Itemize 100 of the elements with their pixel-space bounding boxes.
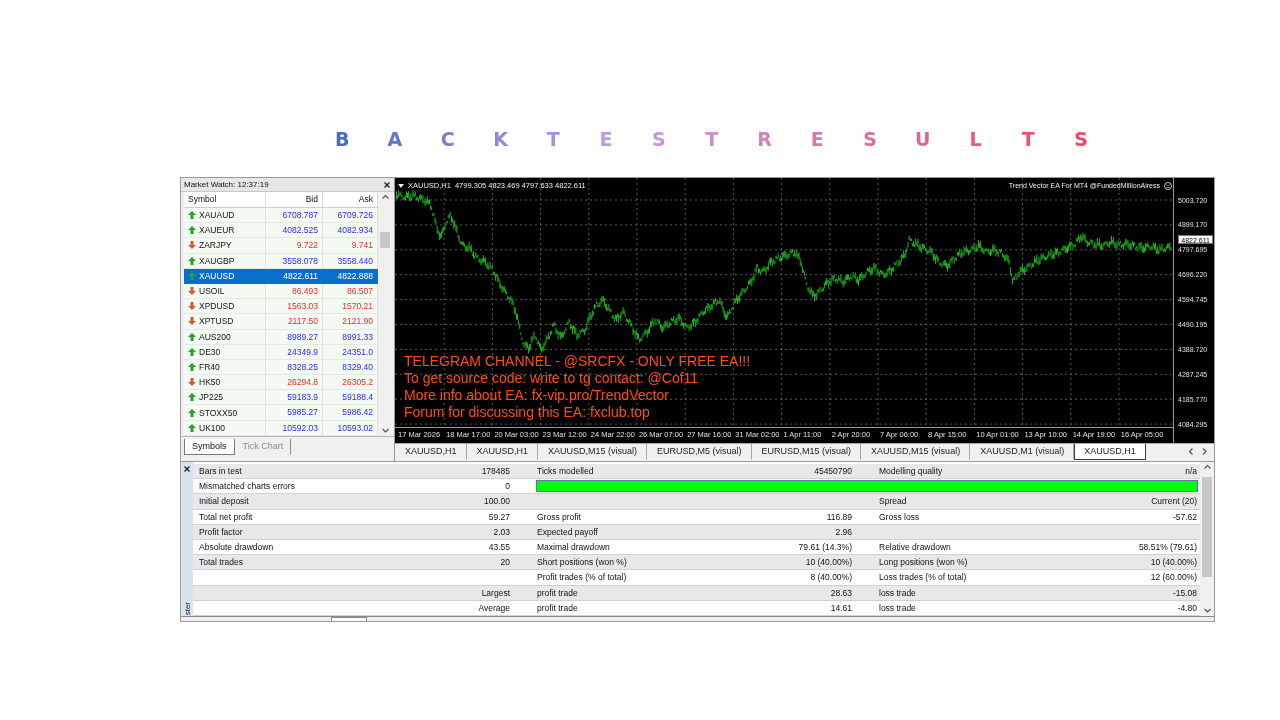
- symbol-row[interactable]: XAUAUD 6708.787 6709.726: [184, 208, 378, 224]
- table-cell-text: Modelling quality: [878, 465, 944, 478]
- table-cell-text: loss trade: [878, 601, 917, 615]
- symbol-name: XAUGBP: [199, 255, 235, 266]
- symbol-name: AUS200: [199, 331, 231, 342]
- table-cell-text: 28.63: [829, 586, 853, 600]
- panel-title: Market Watch: 12:37:19: [184, 179, 269, 190]
- table-cell-text: Gross loss: [878, 510, 921, 524]
- symbol-name: XPDUSD: [199, 301, 235, 312]
- scroll-up-icon[interactable]: [381, 194, 389, 201]
- table-cell-text: -4.80: [1176, 601, 1198, 615]
- chart-tab[interactable]: XAUUSD,H1: [1074, 444, 1146, 460]
- symbol-name: USOIL: [199, 286, 225, 297]
- table-cell-text: 59.27: [487, 510, 511, 524]
- chevron-right-icon[interactable]: [1201, 448, 1208, 455]
- table-cell-text: Ticks modelled: [536, 465, 595, 478]
- table-cell-text: 79.61 (14.3%): [797, 540, 853, 554]
- table-cell-text: 2.96: [834, 525, 853, 539]
- table-cell-text: Bars in test: [198, 465, 243, 478]
- table-cell-text: Long positions (won %): [878, 556, 969, 570]
- scroll-thumb[interactable]: [1202, 477, 1212, 577]
- table-cell-text: -57.62: [1171, 510, 1198, 524]
- table-cell-text: Maximal drawdown: [536, 540, 611, 554]
- chart-tab[interactable]: EURUSD,M15 (visual): [751, 444, 862, 460]
- table-cell-text: 45450790: [813, 465, 853, 478]
- table-cell-text: Largest: [480, 586, 511, 600]
- symbol-name: STOXX50: [199, 407, 238, 418]
- table-cell-text: 178485: [480, 465, 511, 478]
- table-cell-text: Profit factor: [198, 525, 244, 539]
- table-cell-text: Relative drawdown: [878, 540, 952, 554]
- symbol-row[interactable]: STOXX50 5985.27 5986.42: [184, 405, 378, 421]
- table-cell-text: Profit trades (% of total): [536, 571, 628, 585]
- symbol-row[interactable]: XAUEUR 4082.525 4082.934: [184, 223, 378, 239]
- chart-comment: TELEGRAM CHANNEL - @SRCFX - ONLY FREE EA!!!: [404, 353, 751, 370]
- bid-price: 4822.611: [266, 268, 323, 284]
- bid-price: 5985.27: [266, 405, 323, 421]
- table-cell-text: 43.55: [487, 540, 511, 554]
- table-cell-text: Absolute drawdown: [198, 540, 275, 554]
- table-cell-text: Initial deposit: [198, 495, 250, 509]
- symbol-row[interactable]: XPDUSD 1563.03 1570.21: [184, 299, 378, 315]
- symbol-name: DE30: [199, 346, 221, 357]
- scroll-down-icon[interactable]: [1203, 607, 1211, 614]
- table-cell-text: 116.89: [825, 510, 853, 524]
- chart-tab[interactable]: XAUUSD,M15 (visual): [538, 444, 648, 460]
- bid-price: 24349.9: [266, 344, 323, 360]
- symbol-name: ZARJPY: [199, 240, 232, 251]
- symbol-name: HK50: [199, 377, 221, 388]
- table-cell-text: 10 (40.00%): [1149, 556, 1198, 570]
- bid-price: 3558.078: [266, 253, 323, 269]
- chart-tab[interactable]: XAUUSD,H1: [466, 444, 539, 460]
- bid-price: 8989.27: [266, 329, 323, 345]
- bid-price: 10592.03: [266, 420, 323, 436]
- page-title: B A C K T E S T R E S U L T S: [333, 128, 1089, 150]
- table-cell-text: 8 (40.00%): [809, 571, 853, 585]
- chart-comment: More info about EA: fx-vip.pro/TrendVector: [404, 387, 669, 404]
- chevron-left-icon[interactable]: [1188, 448, 1195, 455]
- panel-tab[interactable]: Symbols: [184, 439, 235, 455]
- close-icon[interactable]: [384, 181, 390, 188]
- table-cell-text: loss trade: [878, 586, 917, 600]
- scroll-thumb[interactable]: [380, 232, 390, 248]
- symbol-row[interactable]: ZARJPY 9.722 9.741: [184, 238, 378, 254]
- table-cell-text: 14.61: [829, 601, 853, 615]
- symbol-name: XAUAUD: [199, 210, 235, 221]
- symbol-name: XAUUSD: [199, 270, 235, 281]
- chart-comment: Forum for discussing this EA: fxclub.top: [404, 404, 650, 421]
- table-cell-text: 12 (60.00%): [1149, 571, 1198, 585]
- table-cell-text: Current (20): [1150, 495, 1198, 509]
- scroll-down-icon[interactable]: [381, 427, 389, 434]
- table-cell-text: Mismatched charts errors: [198, 480, 296, 494]
- symbol-row[interactable]: XPTUSD 2117.50 2121.90: [184, 314, 378, 330]
- column-header[interactable]: Bid: [266, 192, 323, 207]
- table-cell-text: Total net profit: [198, 510, 254, 524]
- table-cell-text: 20: [499, 556, 511, 570]
- symbol-name: JP225: [199, 392, 224, 403]
- table-cell-text: Spread: [878, 495, 908, 509]
- face-icon: [1164, 181, 1172, 190]
- triangle-icon[interactable]: [398, 183, 404, 188]
- scroll-up-icon[interactable]: [1203, 464, 1211, 471]
- symbol-name: UK100: [199, 422, 225, 433]
- panel-label: ster: [182, 601, 192, 615]
- column-header[interactable]: Symbol: [184, 192, 266, 207]
- arrow-down-icon: [188, 241, 196, 250]
- symbol-name: XAUEUR: [199, 225, 235, 236]
- symbol-row[interactable]: HK50 26294.8 26305.2: [184, 375, 378, 391]
- table-cell-text: 10 (40.00%): [804, 556, 853, 570]
- table-cell-text: n/a: [1184, 465, 1198, 478]
- table-cell-text: Loss trades (% of total): [878, 571, 968, 585]
- symbol-name: FR40: [199, 361, 220, 372]
- table-cell-text: 2.03: [492, 525, 511, 539]
- chart-comment: To get source code: write to tg contact: @Cof11: [404, 370, 699, 387]
- symbol-row[interactable]: JP225 59183.9 59188.4: [184, 390, 378, 406]
- table-cell-text: Total trades: [198, 556, 244, 570]
- chart-tab[interactable]: EURUSD,M5 (visual): [647, 444, 752, 460]
- bid-price: 9.722: [266, 238, 323, 254]
- chart-tab[interactable]: XAUUSD,H1: [395, 444, 467, 460]
- chart-tab[interactable]: XAUUSD,M15 (visual): [861, 444, 971, 460]
- close-icon[interactable]: [184, 466, 190, 472]
- table-cell-text: 100.00: [483, 495, 511, 509]
- table-cell-text: profit trade: [536, 586, 579, 600]
- table-cell-text: Short positions (won %): [536, 556, 628, 570]
